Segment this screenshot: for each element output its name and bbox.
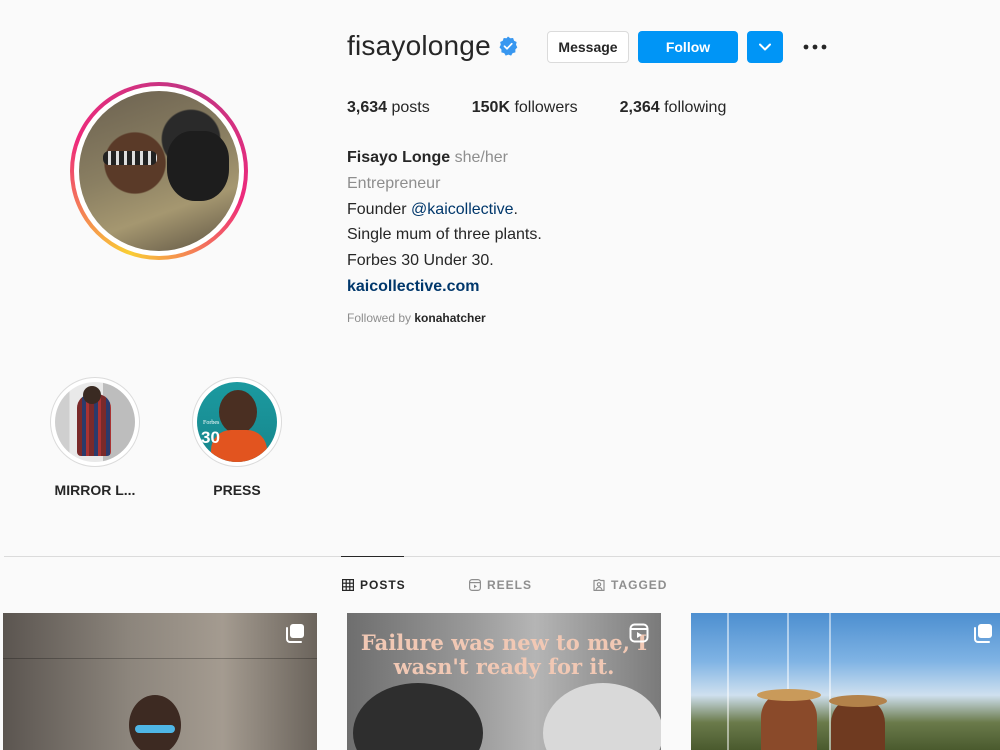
reel-icon	[629, 623, 649, 643]
post-subject-eyeshadow	[135, 725, 175, 733]
profile-bio: Fisayo Longe she/her Entrepreneur Founde…	[347, 145, 542, 300]
tab-posts-label: POSTS	[360, 578, 406, 592]
highlight-label: PRESS	[213, 482, 261, 498]
bio-line-plants: Single mum of three plants.	[347, 226, 542, 244]
pronouns: she/her	[454, 149, 508, 166]
post-overlay-text: Failure was new to me, I wasn't ready fo…	[360, 630, 648, 679]
avatar-sunglasses	[103, 151, 157, 165]
suggested-accounts-button[interactable]	[747, 31, 783, 63]
active-tab-indicator	[341, 556, 404, 557]
highlight-forbes-badge: Forbes	[203, 420, 220, 426]
post-thumbnail-3[interactable]	[691, 613, 1000, 750]
post-wall-line	[3, 658, 317, 659]
posts-count: 3,634 posts	[347, 99, 430, 117]
profile-username: fisayolonge	[347, 30, 491, 61]
bio-line-forbes: Forbes 30 Under 30.	[347, 252, 494, 270]
followers-count-value: 150K	[471, 99, 510, 116]
post-hat-1	[757, 689, 821, 701]
post-hat-2	[829, 695, 887, 707]
tab-posts[interactable]: POSTS	[342, 578, 406, 592]
posts-count-label: posts	[391, 99, 430, 116]
highlight-face	[219, 390, 257, 434]
carousel-icon	[286, 624, 304, 643]
post-thumbnail-2[interactable]: Failure was new to me, I wasn't ready fo…	[347, 613, 661, 750]
highlight-ring: Forbes 30	[192, 377, 282, 467]
message-button[interactable]: Message	[547, 31, 629, 63]
bio-founder-suffix: .	[513, 200, 518, 218]
bio-founder-text: Founder	[347, 200, 407, 218]
bio-line-founder: Founder @kaicollective.	[347, 197, 542, 223]
highlight-cover-mirror	[55, 382, 135, 462]
profile-avatar[interactable]	[70, 82, 248, 260]
category-label: Entrepreneur	[347, 174, 441, 192]
bio-name-line: Fisayo Longe she/her	[347, 145, 542, 171]
carousel-icon	[974, 624, 992, 643]
tab-reels-label: REELS	[487, 578, 533, 592]
highlight-ring	[50, 377, 140, 467]
following-count[interactable]: 2,364 following	[620, 99, 727, 117]
followed-by[interactable]: Followed by konahatcher	[347, 311, 486, 325]
post-subject-right	[543, 683, 661, 750]
reels-icon	[469, 579, 481, 591]
highlight-30-badge: 30	[201, 428, 220, 447]
grid-icon	[342, 579, 354, 591]
story-highlight-mirror[interactable]: MIRROR L...	[45, 377, 145, 498]
followers-count[interactable]: 150K followers	[472, 99, 578, 117]
avatar-inner	[74, 86, 244, 256]
bio-mention-link[interactable]: @kaicollective	[411, 201, 514, 218]
post-subject-head	[129, 695, 181, 750]
tab-reels[interactable]: REELS	[469, 578, 532, 592]
post-subject-1	[761, 693, 817, 750]
story-highlight-press[interactable]: Forbes 30 PRESS	[187, 377, 287, 498]
avatar-handbag	[167, 131, 229, 201]
highlight-label: MIRROR L...	[54, 482, 136, 498]
more-options-button[interactable]	[800, 36, 830, 58]
website-link[interactable]: kaicollective.com	[347, 274, 542, 300]
chevron-down-icon	[759, 43, 771, 51]
follow-button[interactable]: Follow	[638, 31, 738, 63]
tagged-user-icon	[593, 579, 605, 591]
highlight-head	[83, 386, 101, 404]
tab-tagged[interactable]: TAGGED	[593, 578, 667, 592]
posts-count-value: 3,634	[347, 99, 388, 116]
post-pole-1	[727, 613, 729, 750]
following-count-value: 2,364	[619, 99, 660, 116]
followers-count-label: followers	[514, 99, 578, 116]
highlight-cover-press: Forbes 30	[197, 382, 277, 462]
more-horizontal-icon	[803, 44, 827, 50]
followed-by-prefix: Followed by	[347, 311, 412, 325]
tabs-divider	[4, 556, 1000, 557]
post-subject-left	[353, 683, 483, 750]
tab-tagged-label: TAGGED	[611, 578, 668, 592]
full-name: Fisayo Longe	[347, 149, 451, 166]
following-count-label: following	[664, 99, 727, 116]
verified-badge-icon	[499, 36, 518, 56]
profile-stats: 3,634 posts 150K followers 2,364 followi…	[347, 99, 768, 117]
post-thumbnail-1[interactable]	[3, 613, 317, 750]
avatar-photo	[79, 91, 239, 251]
followed-by-user: konahatcher	[414, 311, 486, 325]
